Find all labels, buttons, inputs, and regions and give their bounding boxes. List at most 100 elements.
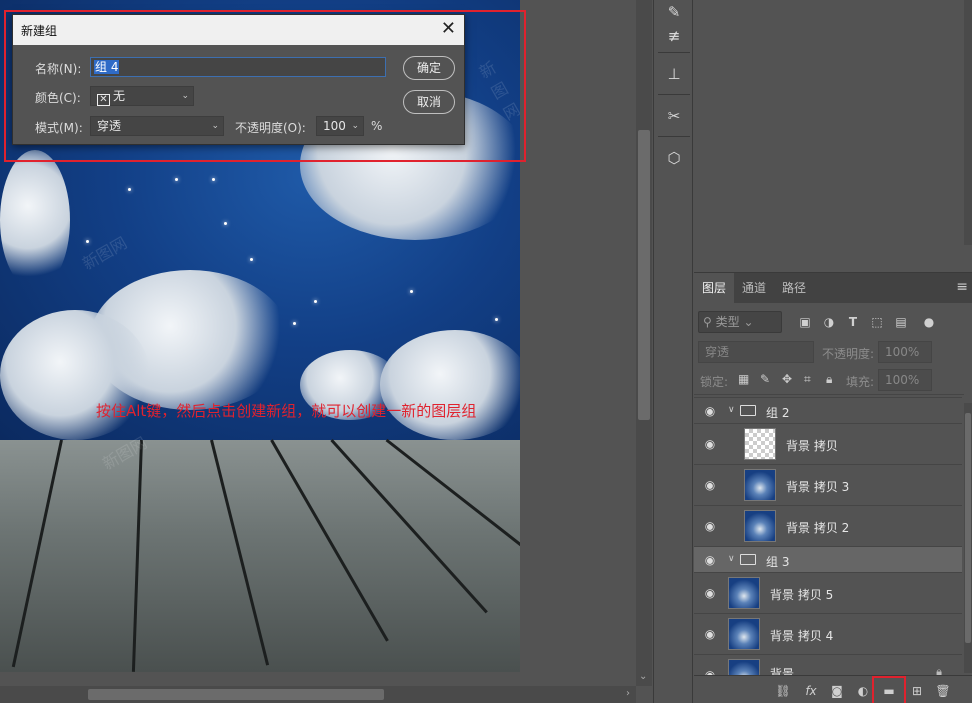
scroll-thumb[interactable]	[88, 689, 384, 700]
eye-icon[interactable]: ◉	[702, 627, 718, 641]
star	[128, 188, 131, 191]
image-filter-icon[interactable]: ▣	[796, 311, 814, 333]
divider	[658, 94, 690, 95]
adjustments-icon[interactable]: ≢	[662, 24, 686, 48]
layers-scrollbar[interactable]	[964, 403, 972, 673]
filter-kind-label: 类型	[715, 315, 740, 329]
watermark: 新图网	[79, 233, 131, 274]
scroll-down-icon[interactable]: ⌄	[639, 671, 647, 682]
panel-scrollbar[interactable]	[964, 0, 972, 245]
chevron-down-icon[interactable]: ∨	[728, 405, 735, 415]
layer-group-row[interactable]: ◉ ∨ 组 2	[694, 397, 962, 423]
blend-row: 穿透 不透明度: 100%	[694, 339, 964, 367]
layer-name: 组 3	[766, 555, 790, 569]
layer-row[interactable]: ◉ 背景 拷贝 2	[694, 505, 962, 546]
star	[175, 178, 178, 181]
layer-row[interactable]: ◉ 背景 拷贝 4	[694, 613, 962, 654]
layer-name: 背景 拷贝 3	[786, 480, 850, 494]
tutorial-annotation: 按住Alt键，然后点击创建新组，就可以创建一新的图层组	[96, 402, 477, 420]
layer-row[interactable]: ◉ 背景 拷贝 5	[694, 572, 962, 613]
plank-gap	[131, 439, 143, 672]
eye-icon[interactable]: ◉	[702, 478, 718, 492]
layer-name: 组 2	[766, 406, 790, 420]
plank-gap	[270, 439, 389, 642]
tab-layers[interactable]: 图层	[694, 273, 735, 303]
layer-name: 背景 拷贝 5	[770, 588, 834, 602]
star	[250, 258, 253, 261]
layer-thumbnail	[728, 659, 760, 675]
eye-icon[interactable]: ◉	[702, 519, 718, 533]
filter-kind-select[interactable]: ⚲ 类型 ⌄	[698, 311, 782, 333]
divider	[658, 136, 690, 137]
layer-name: 背景	[770, 667, 795, 675]
eye-icon[interactable]: ◉	[702, 668, 718, 675]
adjustment-filter-icon[interactable]: ◑	[820, 311, 838, 333]
fill-field[interactable]: 100%	[878, 369, 932, 391]
lock-pixels-icon[interactable]: ▦	[738, 372, 749, 386]
layer-thumbnail	[744, 469, 776, 501]
panel-tabs: 图层 通道 路径 ≡	[694, 273, 972, 303]
3d-cube-icon[interactable]: ⬡	[662, 146, 686, 170]
divider	[658, 52, 690, 53]
new-group-highlight	[872, 676, 906, 703]
layer-row[interactable]: ◉ 背景 拷贝 3	[694, 464, 962, 505]
lock-paint-icon[interactable]: ✎	[760, 372, 770, 386]
layer-group-row[interactable]: ◉ ∨ 组 3	[694, 546, 962, 572]
layer-name: 背景 拷贝	[786, 439, 838, 453]
tab-paths[interactable]: 路径	[774, 273, 814, 303]
scroll-thumb[interactable]	[965, 413, 971, 643]
link-layers-icon[interactable]: ⛓	[774, 683, 792, 699]
tool-presets-icon[interactable]: ✂	[662, 104, 686, 128]
chevron-down-icon[interactable]: ∨	[728, 554, 735, 564]
filter-toggle-icon[interactable]: ●	[920, 311, 938, 333]
layer-row[interactable]: ◉ 背景 拷贝	[694, 423, 962, 464]
fill-label: 填充:	[846, 375, 875, 389]
layer-name: 背景 拷贝 4	[770, 629, 834, 643]
dialog-highlight	[4, 10, 526, 162]
add-mask-icon[interactable]: ◙	[828, 683, 846, 699]
layer-thumbnail	[744, 428, 776, 460]
shape-filter-icon[interactable]: ⬚	[868, 311, 886, 333]
plank-gap	[385, 438, 520, 585]
clone-stamp-icon[interactable]: ⊥	[662, 62, 686, 86]
star	[293, 322, 296, 325]
type-filter-icon[interactable]: T	[844, 311, 862, 333]
panel-menu-icon[interactable]: ≡	[956, 279, 968, 295]
brush-icon[interactable]: ✎	[662, 0, 686, 24]
opacity-field[interactable]: 100%	[878, 341, 932, 363]
layer-name: 背景 拷贝 2	[786, 521, 850, 535]
layer-thumbnail	[744, 510, 776, 542]
lock-all-icon[interactable]: 🔒︎	[826, 372, 832, 387]
fx-icon[interactable]: fx	[802, 683, 820, 699]
layers-footer: ⛓ fx ◙ ◐ ▬ ⊞ 🗑︎	[694, 675, 972, 703]
eye-icon[interactable]: ◉	[702, 404, 718, 418]
canvas-vertical-scrollbar[interactable]: ⌄	[636, 0, 652, 686]
plank-gap	[11, 439, 63, 668]
star	[495, 318, 498, 321]
lock-icon: 🔒︎	[936, 665, 942, 675]
smart-object-filter-icon[interactable]: ▤	[892, 311, 910, 333]
blend-mode-select[interactable]: 穿透	[698, 341, 814, 363]
layer-row[interactable]: ◉ 背景 🔒︎	[694, 654, 962, 675]
eye-icon[interactable]: ◉	[702, 586, 718, 600]
lock-artboard-icon[interactable]: ⌗	[804, 372, 811, 387]
panel-dock-strip: ✎ ≢ ⊥ ✂ ⬡	[653, 0, 693, 703]
eye-icon[interactable]: ◉	[702, 553, 718, 567]
lock-position-icon[interactable]: ✥	[782, 372, 792, 386]
delete-layer-icon[interactable]: 🗑︎	[934, 683, 952, 699]
tab-channels[interactable]: 通道	[734, 273, 774, 303]
wooden-floor: 新图网	[0, 433, 520, 672]
layer-thumbnail	[728, 618, 760, 650]
new-layer-icon[interactable]: ⊞	[908, 683, 926, 699]
canvas-horizontal-scrollbar[interactable]: ›	[0, 686, 636, 703]
scroll-right-icon[interactable]: ›	[626, 688, 630, 699]
layer-filter-row: ⚲ 类型 ⌄ ▣ ◑ T ⬚ ▤ ●	[694, 305, 964, 339]
scroll-thumb[interactable]	[638, 130, 650, 420]
adjustment-layer-icon[interactable]: ◐	[854, 683, 872, 699]
layer-thumbnail	[728, 577, 760, 609]
eye-icon[interactable]: ◉	[702, 437, 718, 451]
lock-label: 锁定:	[700, 375, 729, 389]
layers-panel: 图层 通道 路径 ≡ ⚲ 类型 ⌄ ▣ ◑ T ⬚ ▤ ● 穿透 不透明度: 1…	[694, 272, 972, 703]
opacity-label: 不透明度:	[822, 347, 875, 361]
star	[224, 222, 227, 225]
